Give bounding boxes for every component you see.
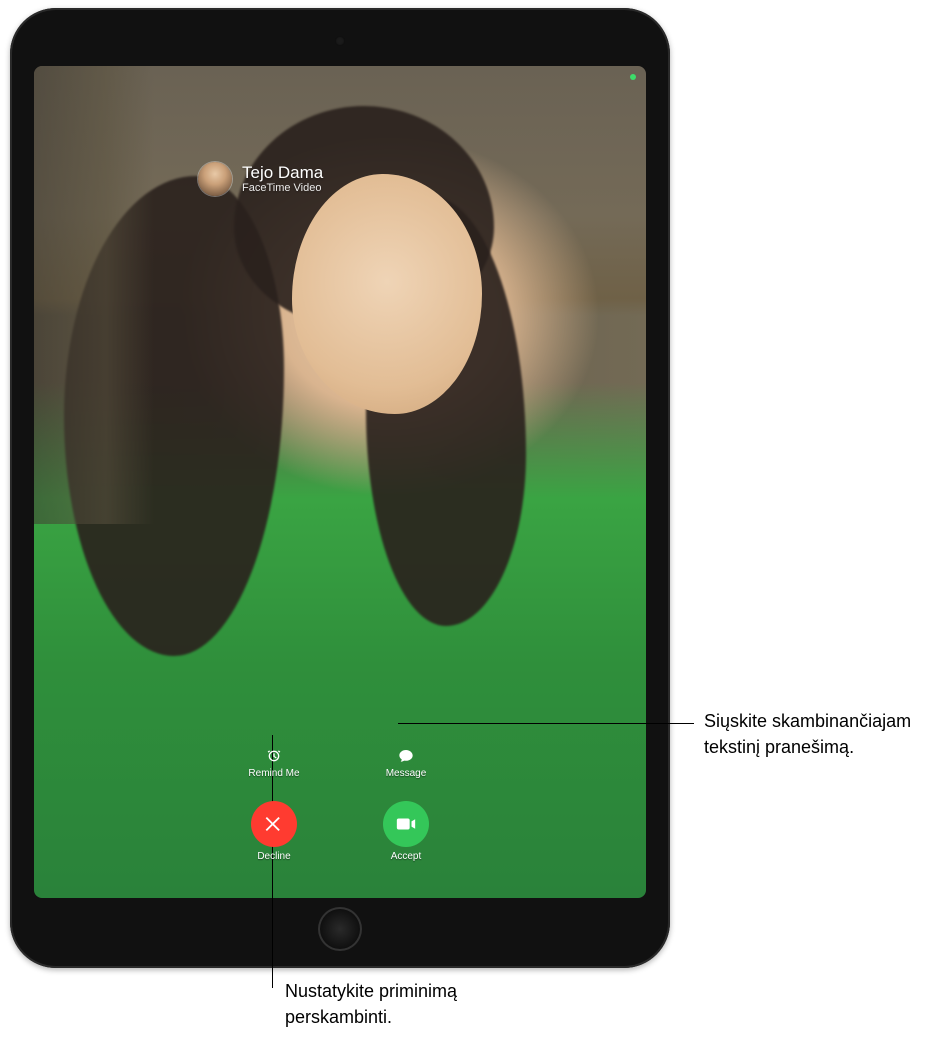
accept-label: Accept	[391, 851, 422, 862]
caller-name: Tejo Dama	[242, 164, 323, 183]
ipad-device-frame: Tejo Dama FaceTime Video Remind Me Messa…	[10, 8, 670, 968]
decline-circle	[251, 801, 297, 847]
caller-avatar	[198, 162, 232, 196]
caller-face-placeholder	[292, 174, 482, 414]
message-label: Message	[386, 768, 427, 779]
accept-button[interactable]: Accept	[383, 801, 429, 862]
remind-me-button[interactable]: Remind Me	[248, 748, 299, 779]
message-button[interactable]: Message	[386, 748, 427, 779]
front-camera-dot	[335, 36, 345, 46]
decline-button[interactable]: Decline	[251, 801, 297, 862]
camera-active-indicator	[630, 74, 636, 80]
caller-header: Tejo Dama FaceTime Video	[198, 162, 323, 196]
remind-me-label: Remind Me	[248, 768, 299, 779]
callout-remind-text: Nustatykite priminimą perskambinti.	[285, 978, 565, 1030]
close-icon	[263, 813, 285, 835]
home-button[interactable]	[318, 907, 362, 951]
video-icon	[395, 813, 417, 835]
callout-leader-line	[398, 723, 694, 724]
decline-label: Decline	[257, 851, 290, 862]
caller-subtitle: FaceTime Video	[242, 182, 323, 194]
message-icon	[398, 748, 414, 764]
call-controls: Remind Me Message Decline Accept	[208, 748, 472, 862]
alarm-icon	[266, 748, 282, 764]
callout-message-text: Siųskite skambinančiajam tekstinį praneš…	[704, 708, 934, 760]
facetime-incoming-call-screen: Tejo Dama FaceTime Video Remind Me Messa…	[34, 66, 646, 898]
accept-circle	[383, 801, 429, 847]
